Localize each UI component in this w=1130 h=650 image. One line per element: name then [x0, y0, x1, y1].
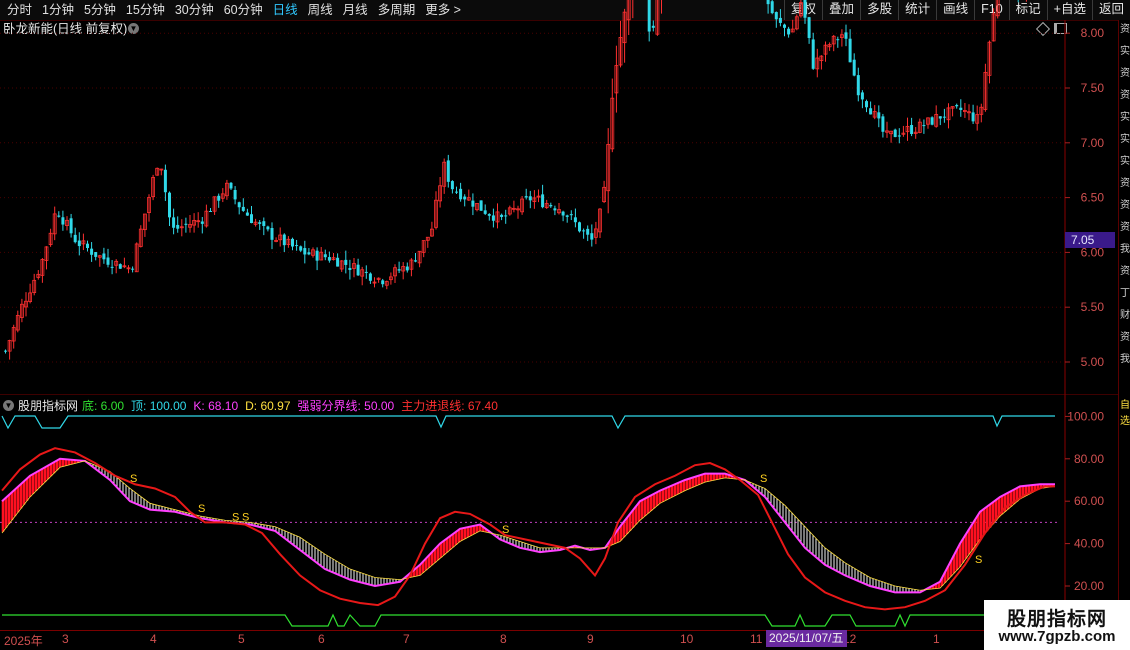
strip-char: 资	[1120, 200, 1130, 211]
kd-fill-bars	[1, 458, 1055, 593]
signal-marker: S	[198, 503, 205, 515]
x-axis-label: 4	[150, 632, 157, 646]
x-axis: 2025年 3 4 5 6 7 8 9 10 11 12 1	[0, 630, 1118, 650]
indicator-tick-label: 40.00	[1074, 537, 1104, 551]
x-axis-label: 9	[587, 632, 594, 646]
main-force-line	[1, 447, 1055, 611]
watermark-title: 股朋指标网	[1006, 609, 1107, 630]
strip-char: 资	[1120, 332, 1130, 343]
x-axis-label: 7	[403, 632, 410, 646]
k-line	[1, 457, 1055, 594]
indicator-param: 底: 6.00	[82, 398, 125, 413]
indicator-header: ▼ 股朋指标网 底: 6.00 顶: 100.00 K: 68.10 D: 60.97…	[3, 397, 505, 413]
x-axis-label: 2025年	[4, 634, 43, 648]
bottom-line	[2, 613, 1055, 628]
indicator-tick-label: 20.00	[1074, 579, 1104, 593]
signal-marker: S	[242, 511, 249, 523]
indicator-tick-label: 60.00	[1074, 494, 1104, 508]
strip-char: 丁	[1120, 288, 1130, 299]
indicator-param: 强弱分界线: 50.00	[297, 398, 395, 413]
strip-char: 实	[1120, 112, 1130, 123]
x-axis-label: 3	[62, 632, 69, 646]
strip-char: 财	[1120, 310, 1130, 321]
strip-char: 自	[1120, 400, 1130, 411]
indicator-tick-label: 100.00	[1067, 409, 1104, 423]
indicator-tick-label: 80.00	[1074, 452, 1104, 466]
strip-char: 实	[1120, 156, 1130, 167]
stock-app: 分时1分钟5分钟15分钟30分钟60分钟日线周线月线多周期更多 > 复权叠加多股…	[0, 0, 1130, 650]
strip-char: 实	[1120, 46, 1130, 57]
x-axis-label: 6	[318, 632, 325, 646]
indicator-param: K: 68.10	[193, 398, 239, 413]
strip-char: 资	[1120, 178, 1130, 189]
strip-char: 资	[1120, 90, 1130, 101]
signal-marker: S	[502, 524, 509, 536]
chevron-down-icon[interactable]: ▼	[3, 399, 14, 411]
indicator-params: 底: 6.00 顶: 100.00 K: 68.10 D: 60.97 强弱分界线: 5…	[82, 397, 505, 414]
indicator-chart[interactable]: 100.0080.0060.0040.0020.00SSS SSSS	[0, 0, 1118, 650]
signal-marker: S	[760, 473, 767, 485]
x-axis-label: 8	[500, 632, 507, 646]
x-axis-label: 10	[680, 632, 694, 646]
indicator-name: 股朋指标网	[18, 398, 79, 413]
strip-char: 资	[1120, 266, 1130, 277]
d-line	[1, 460, 1056, 591]
strip-char: 资	[1120, 68, 1130, 79]
indicator-param: 顶: 100.00	[131, 398, 187, 413]
signal-marker: S	[130, 473, 137, 485]
x-axis-label: 11	[750, 632, 763, 646]
signal-marker: S	[975, 554, 982, 566]
indicator-param: D: 60.97	[245, 398, 291, 413]
strip-char: 资	[1120, 24, 1130, 35]
strip-char: 资	[1120, 222, 1130, 233]
strip-char: 选	[1120, 416, 1130, 427]
watermark-url: www.7gpzb.com	[998, 628, 1116, 645]
x-axis-label: 5	[238, 632, 245, 646]
right-strip: 资实资资实实实资资资我资丁财资我自选	[1118, 20, 1130, 630]
top-line	[1, 415, 1055, 430]
watermark: 股朋指标网 www.7gpzb.com	[984, 600, 1130, 650]
strip-char: 实	[1120, 134, 1130, 145]
strip-char: 我	[1120, 244, 1130, 255]
strip-char: 我	[1120, 354, 1130, 365]
cursor-date-badge: 2025/11/07/五	[766, 630, 847, 647]
signal-marker: S	[232, 511, 239, 523]
x-axis-label: 1	[933, 632, 940, 646]
indicator-param: 主力进退线: 67.40	[401, 398, 498, 413]
